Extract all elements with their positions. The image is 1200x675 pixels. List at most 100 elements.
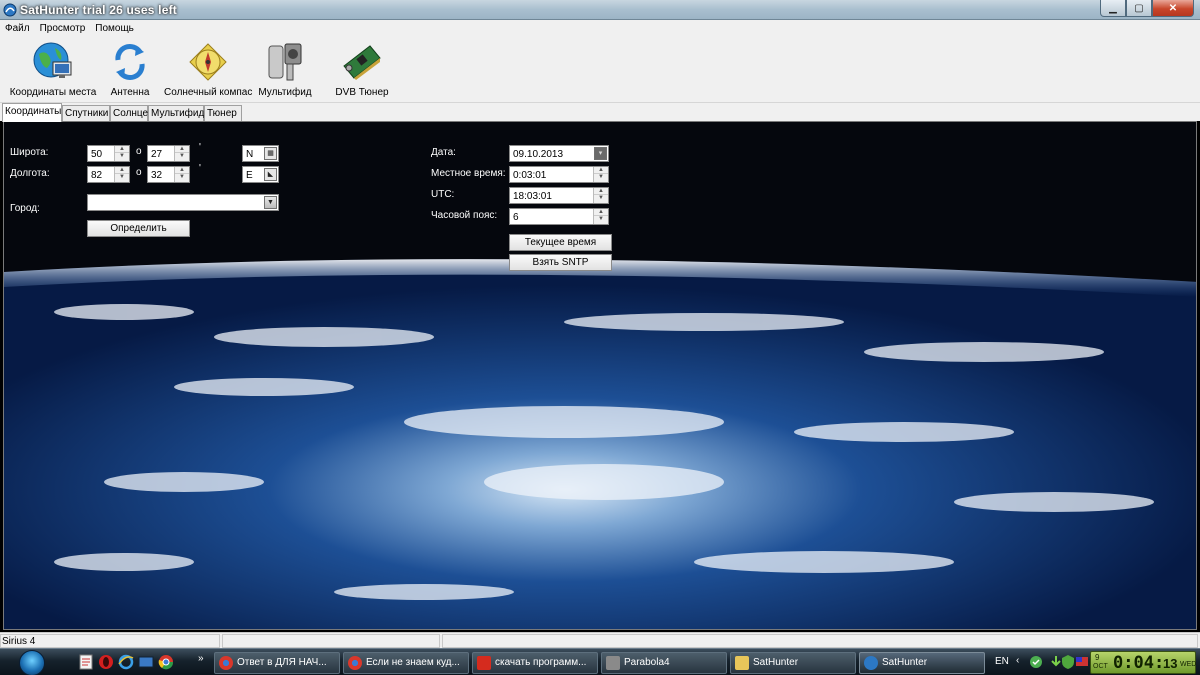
- menu-help[interactable]: Помощь: [90, 20, 139, 38]
- utc-time-input[interactable]: 18:03:01 ▲ ▼: [509, 187, 609, 204]
- taskbar-item-yandex[interactable]: скачать программ...: [472, 652, 598, 674]
- status-pane-satellite: Sirius 4: [0, 634, 220, 648]
- taskbar-item-sathunter-folder[interactable]: SatHunter: [730, 652, 856, 674]
- local-time-input[interactable]: 0:03:01 ▲ ▼: [509, 166, 609, 183]
- local-time-value: 0:03:01: [513, 170, 547, 181]
- multifeed-tool-button[interactable]: Мультифид: [258, 38, 312, 100]
- longitude-minute-sign: ': [199, 163, 201, 174]
- pci-card-icon: [343, 45, 381, 80]
- latitude-label: Широта:: [10, 147, 49, 158]
- notepad-icon[interactable]: [78, 654, 94, 670]
- maximize-button[interactable]: ▢: [1126, 0, 1152, 17]
- solar-compass-tool-label: Солнечный компас: [164, 87, 253, 98]
- longitude-hemisphere-select[interactable]: E ◣: [242, 166, 279, 183]
- timezone-input[interactable]: 6 ▲ ▼: [509, 208, 609, 225]
- taskbar-item-label: SatHunter: [753, 657, 799, 668]
- taskbar-item-parabola[interactable]: Parabola4: [601, 652, 727, 674]
- coordinates-tool-button[interactable]: Координаты места: [8, 38, 98, 100]
- chrome-icon: [219, 656, 233, 670]
- latitude-hemisphere-value: N: [246, 149, 254, 160]
- timezone-spinner[interactable]: ▲ ▼: [593, 209, 608, 224]
- taskbar-item-label: Ответ в ДЛЯ НАЧ...: [237, 657, 327, 668]
- latitude-minutes-value: 27: [151, 149, 163, 160]
- parabola-icon: [606, 656, 620, 670]
- city-combobox[interactable]: ▼: [87, 194, 279, 211]
- chevron-down-icon[interactable]: ▼: [264, 196, 277, 209]
- flag-icon[interactable]: [1074, 654, 1090, 670]
- menu-file[interactable]: Файл: [0, 20, 35, 38]
- globe-computer-icon: [33, 42, 72, 78]
- current-time-button[interactable]: Текущее время: [509, 234, 612, 251]
- longitude-minutes-input[interactable]: 32 ▲ ▼: [147, 166, 190, 183]
- taskbar-item-label: Parabola4: [624, 657, 670, 668]
- tab-strip: Координаты Спутники Солнце Мультифид Тюн…: [0, 103, 1200, 122]
- menu-view[interactable]: Просмотр: [35, 20, 91, 38]
- utc-time-value: 18:03:01: [513, 191, 552, 202]
- tray-expand-icon[interactable]: ‹: [1016, 655, 1019, 666]
- antenna-tool-button[interactable]: Антенна: [108, 38, 152, 100]
- longitude-degrees-input[interactable]: 82 ▲ ▼: [87, 166, 130, 183]
- longitude-minutes-spinner[interactable]: ▲ ▼: [174, 167, 189, 182]
- close-icon: ✕: [1168, 2, 1178, 14]
- latitude-degrees-value: 50: [91, 149, 103, 160]
- map-east-icon[interactable]: ◣: [264, 168, 277, 181]
- multifeed-tool-label: Мультифид: [258, 87, 312, 98]
- tab-tuner[interactable]: Тюнер: [204, 105, 242, 121]
- taskbar-item-chrome-2[interactable]: Если не знаем куд...: [343, 652, 469, 674]
- latitude-hemisphere-select[interactable]: N ▦: [242, 145, 279, 162]
- window-title: SatHunter trial 26 uses left: [20, 3, 177, 17]
- minimize-button[interactable]: ▁: [1100, 0, 1126, 17]
- antenna-tool-label: Антенна: [110, 87, 150, 98]
- clock-seconds: 13: [1163, 656, 1178, 671]
- tab-sun[interactable]: Солнце: [110, 105, 148, 121]
- timezone-label: Часовой пояс:: [431, 210, 498, 221]
- status-pane-2: [222, 634, 440, 648]
- latitude-degrees-spinner[interactable]: ▲ ▼: [114, 146, 129, 161]
- city-label: Город:: [10, 203, 40, 214]
- latitude-degrees-input[interactable]: 50 ▲ ▼: [87, 145, 130, 162]
- tab-coordinates[interactable]: Координаты: [2, 103, 62, 122]
- language-indicator[interactable]: EN: [995, 656, 1009, 667]
- solar-compass-tool-button[interactable]: Солнечный компас: [164, 38, 252, 100]
- internet-explorer-icon[interactable]: [118, 654, 134, 670]
- taskbar-item-label: скачать программ...: [495, 657, 587, 668]
- tab-multifeed[interactable]: Мультифид: [148, 105, 204, 121]
- timezone-value: 6: [513, 212, 519, 223]
- clock[interactable]: 9 OCT 0:04: 13 WED: [1090, 651, 1196, 674]
- dvb-tuner-tool-button[interactable]: DVB Тюнер: [332, 38, 392, 100]
- tab-satellites[interactable]: Спутники: [62, 105, 110, 121]
- start-button[interactable]: [19, 650, 45, 675]
- show-desktop-icon[interactable]: [138, 654, 154, 670]
- local-time-label: Местное время:: [431, 168, 506, 179]
- taskbar-item-sathunter-app[interactable]: SatHunter: [859, 652, 985, 674]
- dvb-tuner-tool-label: DVB Тюнер: [335, 87, 389, 98]
- local-time-spinner[interactable]: ▲ ▼: [593, 167, 608, 182]
- lnb-icon: [268, 43, 302, 81]
- latitude-minute-sign: ': [199, 142, 201, 153]
- minimize-icon: ▁: [1109, 2, 1117, 14]
- network-icon[interactable]: [1028, 654, 1044, 670]
- detect-location-button[interactable]: Определить: [87, 220, 190, 237]
- taskbar-item-chrome-1[interactable]: Ответ в ДЛЯ НАЧ...: [214, 652, 340, 674]
- taskbar-item-label: SatHunter: [882, 657, 928, 668]
- sntp-button[interactable]: Взять SNTP: [509, 254, 612, 271]
- clock-weekday: WED: [1180, 661, 1197, 668]
- longitude-degrees-spinner[interactable]: ▲ ▼: [114, 167, 129, 182]
- longitude-degree-sign: о: [136, 167, 142, 178]
- utc-time-spinner[interactable]: ▲ ▼: [593, 188, 608, 203]
- date-picker[interactable]: 09.10.2013 ▾: [509, 145, 609, 162]
- opera-icon[interactable]: [98, 654, 114, 670]
- latitude-minutes-spinner[interactable]: ▲ ▼: [174, 146, 189, 161]
- latitude-minutes-input[interactable]: 27 ▲ ▼: [147, 145, 190, 162]
- longitude-degrees-value: 82: [91, 170, 103, 181]
- calendar-dropdown-icon[interactable]: ▾: [594, 147, 607, 160]
- folder-icon: [735, 656, 749, 670]
- chrome-quicklaunch-icon[interactable]: [158, 654, 174, 670]
- close-button[interactable]: ✕: [1152, 0, 1194, 17]
- map-north-icon[interactable]: ▦: [264, 147, 277, 160]
- maximize-icon: ▢: [1134, 2, 1144, 14]
- status-pane-3: [442, 634, 1198, 648]
- quicklaunch-overflow-icon[interactable]: »: [198, 653, 204, 664]
- date-label: Дата:: [431, 147, 456, 158]
- title-bar: SatHunter trial 26 uses left ▁ ▢ ✕: [0, 0, 1200, 20]
